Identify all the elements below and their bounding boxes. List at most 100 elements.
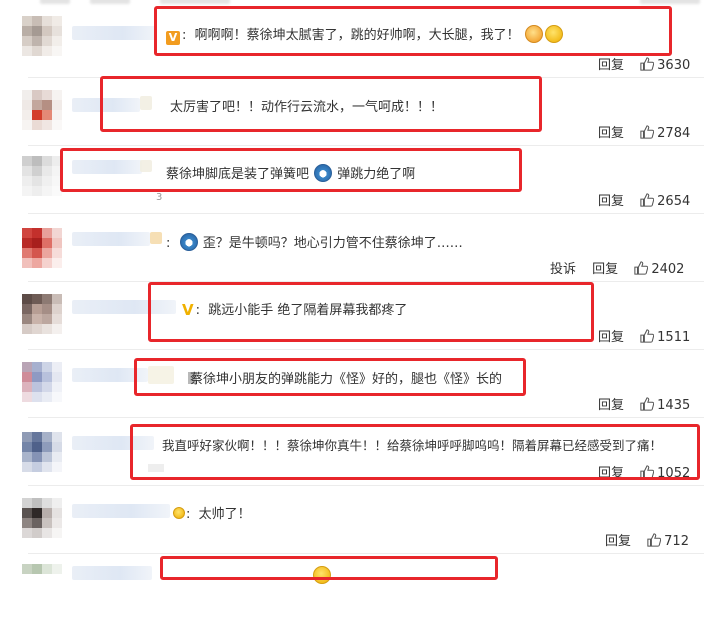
reply-button[interactable]: 回复 <box>598 462 624 481</box>
comment-text: 蔡徐坤小朋友的弹跳能力《怪》好的，腿也《怪》长的 <box>190 368 502 387</box>
report-button[interactable]: 投诉 <box>550 258 576 277</box>
comment-actions: 回复 1052 <box>598 462 690 481</box>
doge-emoji-icon <box>179 233 198 251</box>
thumbs-up-icon <box>640 397 655 411</box>
username[interactable] <box>72 504 170 518</box>
comment-actions: 回复 712 <box>605 530 689 549</box>
comment-body: 蔡徐坤脚底是装了弹簧吧 <box>166 167 310 182</box>
reply-button[interactable]: 回复 <box>598 54 624 73</box>
comment-body: 歪？是牛顿吗？地心引力管不住蔡徐坤了…… <box>202 236 463 251</box>
comment-item: 蔡徐坤脚底是装了弹簧吧 弹跳力绝了啊 3 回复 2654 <box>0 146 704 214</box>
like-count: 2784 <box>657 126 691 141</box>
like-count: 712 <box>664 534 689 549</box>
comment-actions: 回复 2784 <box>598 122 690 141</box>
comment-actions: 投诉 回复 2402 <box>550 258 684 277</box>
comment-text: : 歪？是牛顿吗？地心引力管不住蔡徐坤了…… <box>166 232 463 251</box>
avatar[interactable] <box>22 16 62 56</box>
like-button[interactable]: 3630 <box>640 57 690 73</box>
comment-body: 我直呼好家伙啊！！！蔡徐坤你真牛！！给蔡徐坤呼呼脚呜呜！隔着屏幕已经感受到了痛！ <box>162 438 663 453</box>
comment-text: V: 跳远小能手 绝了隔着屏幕我都疼了 <box>182 301 408 319</box>
reply-button[interactable]: 回复 <box>605 530 631 549</box>
like-count: 1435 <box>657 398 691 413</box>
comment-body: 蔡徐坤小朋友的弹跳能力《怪》好的，腿也《怪》长的 <box>190 372 503 387</box>
avatar[interactable] <box>22 90 62 130</box>
avatar[interactable] <box>22 498 62 538</box>
username-badge <box>140 160 152 172</box>
reply-button[interactable]: 回复 <box>598 394 624 413</box>
comment-item: 我直呼好家伙啊！！！蔡徐坤你真牛！！给蔡徐坤呼呼脚呜呜！隔着屏幕已经感受到了痛！… <box>0 418 704 486</box>
avatar[interactable] <box>22 294 62 334</box>
thumbs-up-icon <box>640 465 655 479</box>
like-count: 2402 <box>651 262 685 277</box>
comment-body-2: 弹跳力绝了啊 <box>337 167 416 182</box>
username-badge <box>140 96 152 110</box>
thumbs-up-icon <box>640 125 655 139</box>
v-badge-icon: V <box>166 31 180 45</box>
avatar[interactable] <box>22 228 62 268</box>
reply-button[interactable]: 回复 <box>598 122 624 141</box>
thumbs-up-icon <box>647 533 662 547</box>
username[interactable] <box>72 566 152 580</box>
thumbs-up-icon <box>634 261 649 275</box>
emoji-icon <box>544 25 563 43</box>
reply-button[interactable]: 回复 <box>598 190 624 209</box>
like-button[interactable]: 712 <box>647 533 689 549</box>
v-badge-icon: V <box>182 301 194 319</box>
comment-body: 太帅了！ <box>198 507 251 522</box>
username[interactable] <box>72 160 142 174</box>
comment-item <box>0 554 704 622</box>
username-badge <box>148 366 174 384</box>
username[interactable] <box>72 436 154 450</box>
username[interactable] <box>72 26 156 40</box>
comment-actions: 回复 2654 <box>598 190 690 209</box>
timestamp-fragment: 3 <box>156 192 163 203</box>
comment-actions: 回复 1511 <box>598 326 690 345</box>
comment-body: 太厉害了吧！！动作行云流水，一气呵成！！！ <box>170 100 444 115</box>
comment-text: 蔡徐坤脚底是装了弹簧吧 弹跳力绝了啊 <box>166 163 415 182</box>
like-button[interactable]: 2654 <box>640 193 690 209</box>
like-button[interactable]: 2784 <box>640 125 690 141</box>
emoji-icon <box>524 25 543 43</box>
reply-button[interactable]: 回复 <box>592 258 618 277</box>
like-count: 2654 <box>657 194 691 209</box>
emoji-icon <box>173 507 185 519</box>
thumbs-up-icon <box>640 57 655 71</box>
comment-item: V: 啊啊啊！蔡徐坤太腻害了，跳的好帅啊，大长腿，我了！ 回复 3630 <box>0 10 704 78</box>
comment-item: V: 跳远小能手 绝了隔着屏幕我都疼了 回复 1511 <box>0 282 704 350</box>
comment-body: 跳远小能手 绝了隔着屏幕我都疼了 <box>208 303 408 318</box>
thumbs-up-icon <box>640 329 655 343</box>
comment-item: : 太帅了！ 回复 712 <box>0 486 704 554</box>
emoji-icon <box>313 566 331 584</box>
like-count: 3630 <box>657 58 691 73</box>
comment-actions: 回复 3630 <box>598 54 690 73</box>
doge-emoji-icon <box>314 164 333 182</box>
username[interactable] <box>72 300 176 314</box>
comment-body: 啊啊啊！蔡徐坤太腻害了，跳的好帅啊，大长腿，我了！ <box>194 28 520 43</box>
avatar[interactable] <box>22 156 62 196</box>
like-button[interactable]: 1511 <box>640 329 690 345</box>
comment-text: V: 啊啊啊！蔡徐坤太腻害了，跳的好帅啊，大长腿，我了！ <box>166 24 564 45</box>
comment-text: 我直呼好家伙啊！！！蔡徐坤你真牛！！给蔡徐坤呼呼脚呜呜！隔着屏幕已经感受到了痛！ <box>162 435 662 454</box>
avatar[interactable] <box>22 564 62 604</box>
username[interactable] <box>72 368 148 382</box>
like-count: 1511 <box>657 330 691 345</box>
thumbs-up-icon <box>640 193 655 207</box>
top-toolbar <box>0 0 704 6</box>
reply-button[interactable]: 回复 <box>598 326 624 345</box>
comment-actions: 回复 1435 <box>598 394 690 413</box>
comment-item: : 歪？是牛顿吗？地心引力管不住蔡徐坤了…… 投诉 回复 2402 <box>0 214 704 282</box>
comment-item: 蔡徐坤小朋友的弹跳能力《怪》好的，腿也《怪》长的 回复 1435 <box>0 350 704 418</box>
comment-item: 太厉害了吧！！动作行云流水，一气呵成！！！ 回复 2784 <box>0 78 704 146</box>
username-badge <box>150 232 162 244</box>
like-button[interactable]: 2402 <box>634 261 684 277</box>
like-button[interactable]: 1052 <box>640 465 690 481</box>
username[interactable] <box>72 98 140 112</box>
timestamp-fragment <box>148 464 164 472</box>
avatar[interactable] <box>22 432 62 472</box>
comment-text: : 太帅了！ <box>172 503 251 522</box>
like-count: 1052 <box>657 466 691 481</box>
comment-text: 太厉害了吧！！动作行云流水，一气呵成！！！ <box>170 96 443 115</box>
avatar[interactable] <box>22 362 62 402</box>
like-button[interactable]: 1435 <box>640 397 690 413</box>
username[interactable] <box>72 232 150 246</box>
